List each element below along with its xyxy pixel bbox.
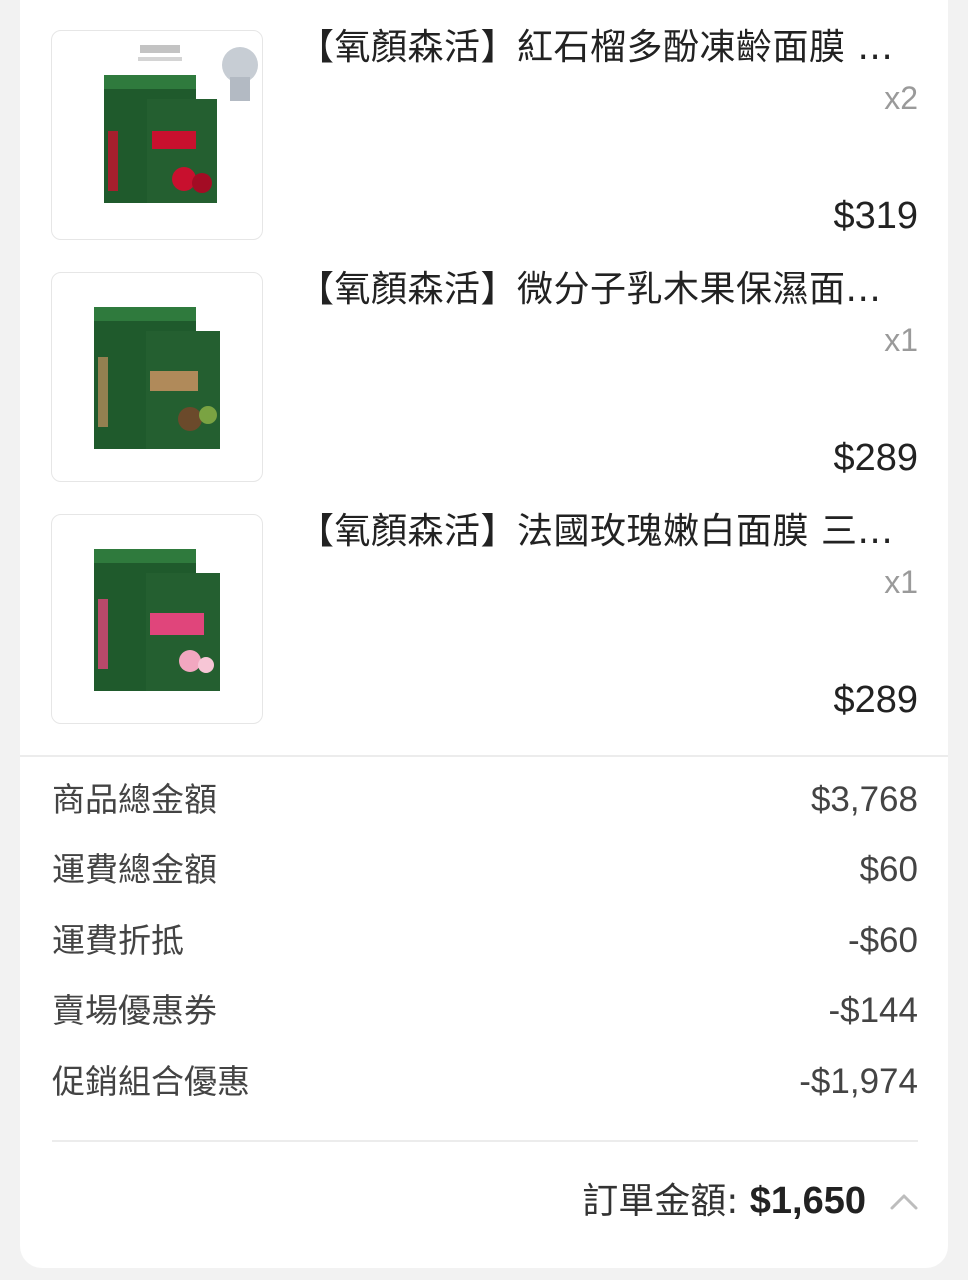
summary-label: 運費總金額 xyxy=(52,850,217,889)
summary-row-shipping: 運費總金額 $60 xyxy=(20,840,948,900)
chevron-up-icon[interactable] xyxy=(886,1184,922,1220)
product-quantity: x1 xyxy=(884,322,918,358)
order-total: 訂單金額: $1,650 xyxy=(582,1176,866,1227)
product-image[interactable] xyxy=(51,272,263,482)
product-price: $289 xyxy=(833,437,918,479)
summary-value: $60 xyxy=(859,850,918,889)
summary-value: $3,768 xyxy=(810,780,918,819)
product-title[interactable]: 【氧顏森活】微分子乳木果保濕面... xyxy=(298,266,918,314)
order-detail-card: 【氧顏森活】紅石榴多酚凍齡面膜 ... x2 $319 【氧顏森活】微分子乳木果… xyxy=(20,0,948,1268)
product-image[interactable] xyxy=(51,30,263,240)
product-title[interactable]: 【氧顏森活】紅石榴多酚凍齡面膜 ... xyxy=(298,24,918,72)
product-list: 【氧顏森活】紅石榴多酚凍齡面膜 ... x2 $319 【氧顏森活】微分子乳木果… xyxy=(20,0,948,755)
product-price: $319 xyxy=(833,195,918,237)
product-item[interactable]: 【氧顏森活】紅石榴多酚凍齡面膜 ... x2 $319 xyxy=(20,0,948,242)
product-quantity: x2 xyxy=(884,80,918,116)
section-divider xyxy=(52,1140,918,1142)
order-total-label: 訂單金額: xyxy=(582,1181,750,1222)
summary-label: 運費折抵 xyxy=(52,921,184,960)
summary-row-bundle-discount: 促銷組合優惠 -$1,974 xyxy=(20,1052,948,1112)
product-item[interactable]: 【氧顏森活】微分子乳木果保濕面... x1 $289 xyxy=(20,242,948,484)
summary-row-shipping-discount: 運費折抵 -$60 xyxy=(20,911,948,971)
product-item[interactable]: 【氧顏森活】法國玫瑰嫩白面膜 三... x1 $289 xyxy=(20,484,948,726)
order-total-amount: $1,650 xyxy=(749,1180,866,1222)
summary-row-subtotal: 商品總金額 $3,768 xyxy=(20,770,948,830)
summary-value: -$60 xyxy=(847,921,918,960)
product-image[interactable] xyxy=(51,514,263,724)
summary-row-coupon: 賣場優惠券 -$144 xyxy=(20,981,948,1041)
summary-label: 賣場優惠券 xyxy=(52,991,217,1030)
product-title[interactable]: 【氧顏森活】法國玫瑰嫩白面膜 三... xyxy=(298,508,918,556)
summary-value: -$1,974 xyxy=(799,1062,918,1101)
summary-label: 商品總金額 xyxy=(52,780,217,819)
summary-value: -$144 xyxy=(828,991,918,1030)
section-divider xyxy=(20,755,948,757)
product-price: $289 xyxy=(833,679,918,721)
summary-label: 促銷組合優惠 xyxy=(52,1062,250,1101)
product-quantity: x1 xyxy=(884,564,918,600)
